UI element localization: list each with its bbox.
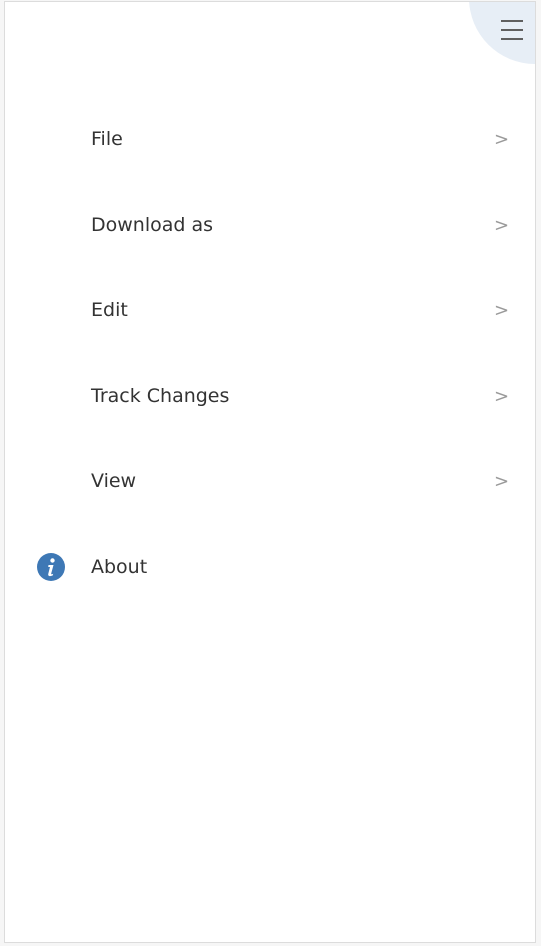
chevron-right-icon: > bbox=[494, 214, 510, 236]
main-menu: File > Download as > Edit > Track Change… bbox=[5, 97, 535, 610]
menu-item-label: About bbox=[91, 555, 148, 578]
menu-item-label: Track Changes bbox=[91, 384, 230, 407]
menu-item-label: Download as bbox=[91, 213, 214, 236]
menu-item-download-as[interactable]: Download as > bbox=[5, 183, 535, 269]
menu-item-label: File bbox=[91, 128, 123, 150]
menu-toggle-button[interactable] bbox=[469, 2, 535, 64]
menu-item-label: Edit bbox=[91, 299, 128, 321]
info-icon bbox=[37, 552, 65, 581]
menu-item-edit[interactable]: Edit > bbox=[5, 268, 535, 354]
sidebar-menu-panel: File > Download as > Edit > Track Change… bbox=[4, 1, 536, 943]
chevron-right-icon: > bbox=[494, 471, 510, 492]
menu-item-track-changes[interactable]: Track Changes > bbox=[5, 354, 535, 440]
hamburger-icon bbox=[501, 20, 523, 42]
menu-item-view[interactable]: View > bbox=[5, 439, 535, 525]
chevron-right-icon: > bbox=[494, 129, 510, 150]
menu-item-file[interactable]: File > bbox=[5, 97, 535, 183]
menu-item-about[interactable]: About bbox=[5, 525, 535, 611]
chevron-right-icon: > bbox=[494, 300, 510, 321]
chevron-right-icon: > bbox=[494, 385, 510, 407]
menu-item-label: View bbox=[91, 470, 137, 492]
